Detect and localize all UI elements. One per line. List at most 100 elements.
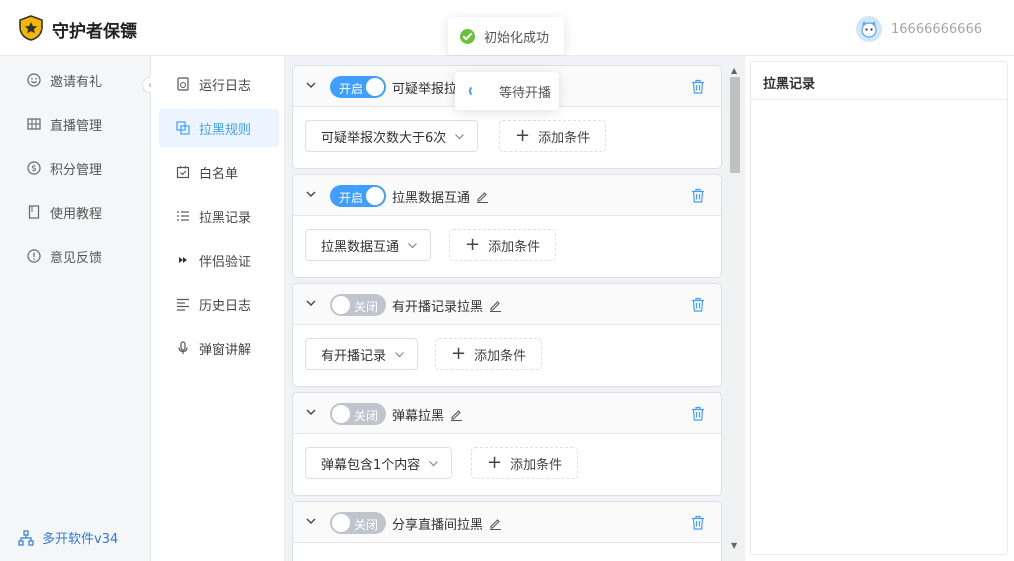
microphone-icon [175, 341, 190, 356]
trash-icon[interactable] [691, 188, 705, 203]
book-icon [26, 204, 42, 220]
avatar-icon [856, 16, 882, 42]
condition-select[interactable]: 拉黑数据互通 [305, 229, 432, 261]
dollar-circle-icon: $ [26, 160, 42, 176]
rule-toggle[interactable]: 关闭 [330, 403, 386, 425]
edit-icon[interactable] [489, 299, 502, 312]
add-condition-label: 添加条件 [474, 348, 527, 364]
rule-card-body: 有开播记录 + 添加条件 [293, 325, 721, 386]
submenu-item-block-records[interactable]: 拉黑记录 [159, 197, 279, 235]
user-phone[interactable]: 16666666666 [891, 22, 982, 37]
submenu-item-label: 伴侣验证 [199, 254, 252, 270]
chevron-down-icon [429, 460, 439, 466]
submenu-item-label: 历史日志 [199, 298, 252, 314]
chevron-down-icon[interactable] [305, 406, 317, 418]
smile-icon [26, 72, 42, 88]
scrollbar-thumb[interactable] [730, 77, 740, 173]
success-toast-text: 初始化成功 [484, 30, 550, 46]
toggle-label: 关闭 [354, 409, 379, 423]
submenu-item-label: 拉黑规则 [199, 122, 252, 138]
sub-menu: 运行日志 拉黑规则 白名单 拉黑记录 伴侣验证 历史日志 弹窗讲解 [151, 56, 285, 561]
copy-icon [175, 121, 190, 136]
rule-name: 可疑举报拉 [392, 82, 458, 97]
toggle-label: 开启 [339, 191, 364, 205]
rule-toggle[interactable]: 关闭 [330, 512, 386, 534]
sidebar-item-feedback[interactable]: 意见反馈 [26, 246, 102, 266]
sidebar-item-tutorial[interactable]: 使用教程 [26, 202, 102, 222]
block-records-title: 拉黑记录 [763, 77, 816, 92]
loading-toast-text: 等待开播 [499, 85, 552, 101]
rule-card-header: 关闭 有开播记录拉黑 [293, 284, 721, 325]
sidebar-item-label: 使用教程 [50, 206, 103, 222]
sidebar-item-label: 直播管理 [50, 118, 103, 134]
sidebar-item-live[interactable]: 直播管理 [26, 114, 102, 134]
sidebar-item-label: 意见反馈 [50, 250, 103, 266]
condition-select[interactable]: 可疑举报次数大于6次 [305, 120, 479, 152]
scroll-down-arrow-icon[interactable]: ▼ [731, 541, 737, 550]
rules-panel: 开启 可疑举报拉 可疑举报次数大于6次 + 添加条件 开启 拉黑数据互通 拉黑数据… [285, 56, 745, 561]
toggle-label: 开启 [339, 82, 364, 96]
trash-icon[interactable] [691, 297, 705, 312]
rule-card-body: 拉黑数据互通 + 添加条件 [293, 216, 721, 277]
svg-text:$: $ [31, 164, 37, 174]
submenu-item-partner-verify[interactable]: 伴侣验证 [159, 241, 279, 279]
rule-card: 关闭 弹幕拉黑 弹幕包含1个内容 + 添加条件 [292, 392, 722, 496]
rule-card-header: 关闭 弹幕拉黑 [293, 393, 721, 434]
user-avatar[interactable] [856, 16, 882, 42]
toggle-knob [332, 405, 350, 423]
loading-toast: 等待开播 [455, 72, 559, 110]
fast-forward-icon [175, 253, 190, 268]
feedback-icon [26, 248, 42, 264]
chevron-down-icon[interactable] [305, 79, 317, 91]
sidebar-item-invite[interactable]: 邀请有礼 [26, 70, 102, 90]
condition-select[interactable]: 有开播记录 [305, 338, 419, 370]
trash-icon[interactable] [691, 515, 705, 530]
add-condition-label: 添加条件 [488, 239, 541, 255]
add-condition-label: 添加条件 [510, 457, 563, 473]
sidebar-item-label: 邀请有礼 [50, 74, 103, 90]
chevron-down-icon[interactable] [305, 188, 317, 200]
condition-select-value: 弹幕包含1个内容 [321, 457, 421, 473]
app-title: 守护者保镖 [52, 22, 137, 42]
chevron-down-icon[interactable] [305, 515, 317, 527]
rule-card: 关闭 有开播记录拉黑 有开播记录 + 添加条件 [292, 283, 722, 387]
chevron-down-icon [455, 133, 465, 139]
rule-toggle[interactable]: 关闭 [330, 294, 386, 316]
chevron-down-icon[interactable] [305, 297, 317, 309]
add-condition-button[interactable]: + 添加条件 [449, 229, 557, 261]
rule-name: 分享直播间拉黑 [392, 514, 502, 533]
submenu-item-block-rules[interactable]: 拉黑规则 [159, 109, 279, 147]
sidebar-item-points[interactable]: $ 积分管理 [26, 158, 102, 178]
rule-toggle[interactable]: 开启 [330, 76, 386, 98]
edit-icon[interactable] [450, 408, 463, 421]
scroll-up-arrow-icon[interactable]: ▲ [731, 66, 737, 75]
trash-icon[interactable] [691, 406, 705, 421]
toggle-knob [366, 78, 384, 96]
success-toast: 初始化成功 [448, 17, 564, 55]
toggle-knob [332, 296, 350, 314]
edit-icon[interactable] [489, 517, 502, 530]
submenu-item-history-log[interactable]: 历史日志 [159, 285, 279, 323]
condition-select-value: 有开播记录 [321, 348, 387, 364]
main-sidebar: 邀请有礼 直播管理 $ 积分管理 使用教程 意见反馈 多开软件v34 [0, 56, 151, 561]
add-condition-button[interactable]: + 添加条件 [471, 447, 579, 479]
condition-select[interactable]: 弹幕包含1个内容 [305, 447, 453, 479]
trash-icon[interactable] [691, 79, 705, 94]
submenu-item-popup-explain[interactable]: 弹窗讲解 [159, 329, 279, 367]
network-icon [18, 529, 34, 546]
rule-toggle[interactable]: 开启 [330, 185, 386, 207]
edit-icon[interactable] [476, 190, 489, 203]
rule-name: 有开播记录拉黑 [392, 296, 502, 315]
divider [751, 99, 1007, 100]
plus-icon: + [465, 234, 481, 255]
add-condition-button[interactable]: + 添加条件 [435, 338, 543, 370]
submenu-item-run-log[interactable]: 运行日志 [159, 65, 279, 103]
submenu-item-whitelist[interactable]: 白名单 [159, 153, 279, 191]
version-link[interactable]: 多开软件v34 [18, 528, 118, 547]
submenu-item-label: 弹窗讲解 [199, 342, 252, 358]
block-records-panel: 拉黑记录 [750, 61, 1008, 555]
chevron-down-icon [395, 351, 404, 357]
rule-card-header: 关闭 分享直播间拉黑 [293, 502, 721, 543]
add-condition-button[interactable]: + 添加条件 [499, 120, 607, 152]
toggle-label: 关闭 [354, 518, 379, 532]
